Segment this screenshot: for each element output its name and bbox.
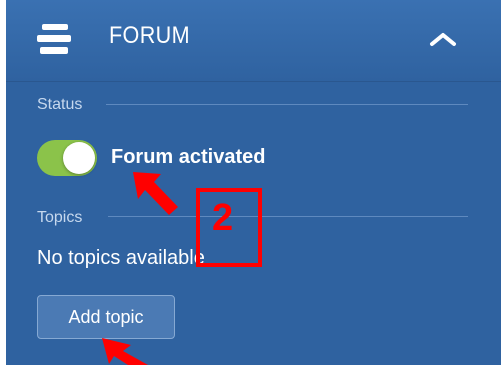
- stack-icon: [37, 24, 71, 54]
- annotation-arrow-button: [102, 338, 148, 365]
- annotation-number: 2: [212, 197, 234, 239]
- forum-panel: FORUM Status Forum activated Topics No t…: [6, 0, 501, 365]
- chevron-up-icon: [430, 33, 456, 46]
- status-section-label: Status: [37, 96, 83, 113]
- annotation-arrow-toggle: [133, 172, 178, 215]
- toggle-knob: [63, 142, 95, 174]
- status-divider: [106, 104, 468, 105]
- forum-header[interactable]: FORUM: [6, 0, 501, 82]
- no-topics-text: No topics available: [37, 247, 205, 269]
- topics-section-label: Topics: [37, 209, 83, 226]
- forum-activated-toggle[interactable]: [37, 140, 97, 176]
- collapse-button[interactable]: [426, 26, 460, 52]
- panel-title: FORUM: [109, 22, 190, 49]
